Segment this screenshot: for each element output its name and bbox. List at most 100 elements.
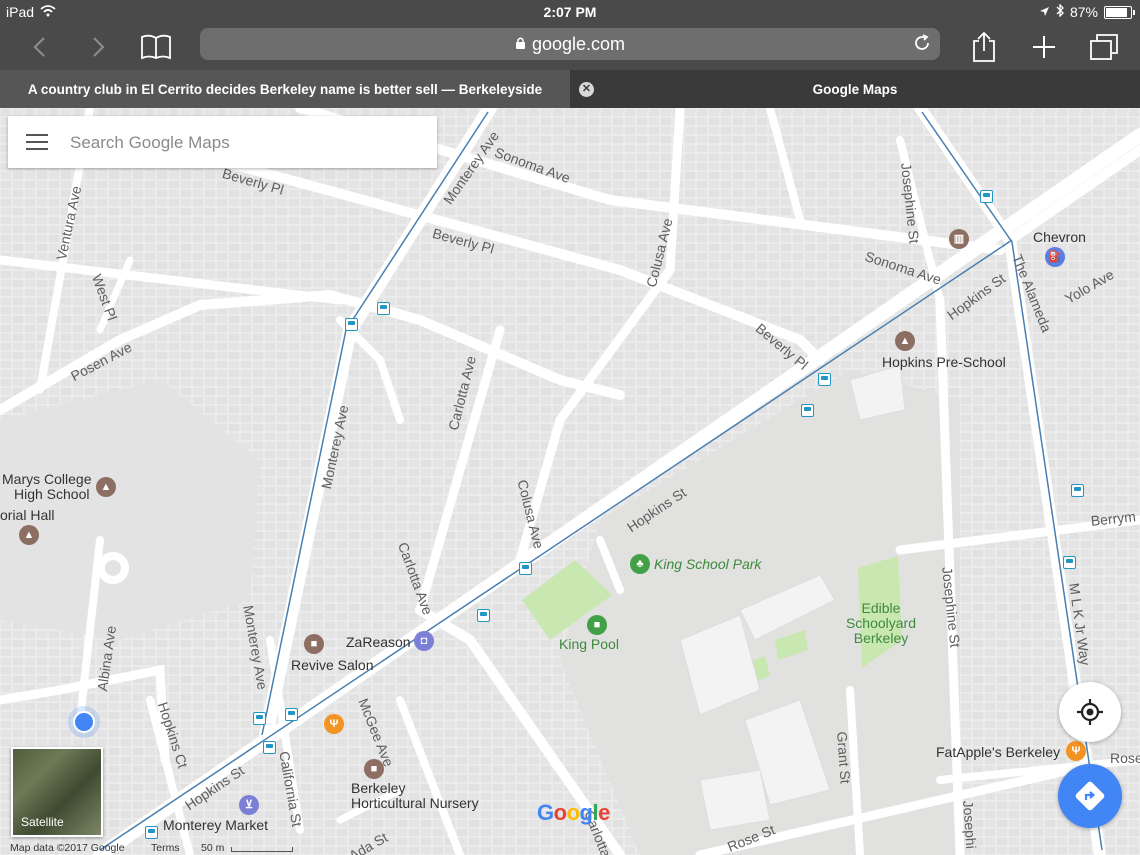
bus-stop-icon[interactable] xyxy=(263,741,276,754)
tabs-overview-button[interactable] xyxy=(1088,30,1120,64)
restaurant-icon[interactable]: Ψ xyxy=(1066,741,1086,761)
place-label-king-pool[interactable]: King Pool xyxy=(559,637,619,652)
place-label-marys-college[interactable]: Marys College xyxy=(2,471,91,487)
bus-stop-icon[interactable] xyxy=(285,708,298,721)
back-button[interactable] xyxy=(28,30,50,64)
street-label: Posen Ave xyxy=(68,338,135,385)
gas-station-icon[interactable]: ⛽ xyxy=(1045,247,1065,267)
satellite-toggle-button[interactable]: Satellite xyxy=(11,747,103,837)
library-icon[interactable]: ▥ xyxy=(949,229,969,249)
battery-icon xyxy=(1104,5,1135,19)
street-label: Monterey Ave xyxy=(440,128,503,208)
chevron-right-icon xyxy=(93,37,105,57)
search-input[interactable] xyxy=(68,116,432,170)
street-label: Carlotta Ave xyxy=(445,354,479,432)
share-icon xyxy=(973,31,995,62)
school-icon[interactable]: ▲ xyxy=(96,477,116,497)
street-label: Monterey Ave xyxy=(318,403,352,491)
map-attribution: Map data ©2017 Google xyxy=(10,842,125,854)
tabs-icon xyxy=(1090,34,1118,60)
address-bar[interactable]: google.com xyxy=(200,28,940,60)
edible-line: Berkeley xyxy=(853,630,909,646)
bus-stop-icon[interactable] xyxy=(145,826,158,839)
url-text: google.com xyxy=(531,33,626,54)
terms-link[interactable]: Terms xyxy=(151,842,180,854)
bus-stop-icon[interactable] xyxy=(345,318,358,331)
hamburger-menu-icon[interactable] xyxy=(26,134,48,150)
scale-bar xyxy=(231,847,293,852)
street-label: McGee Ave xyxy=(355,696,398,769)
directions-button[interactable] xyxy=(1058,764,1122,828)
pool-icon[interactable]: ■ xyxy=(587,615,607,635)
place-label-zareason[interactable]: ZaReason xyxy=(346,634,411,650)
street-label: Colusa Ave xyxy=(643,216,676,289)
store-icon[interactable]: ■ xyxy=(304,634,324,654)
street-label: Sonoma Ave xyxy=(863,248,944,288)
my-location-button[interactable] xyxy=(1059,682,1121,742)
place-label-king-school-park[interactable]: King School Park xyxy=(654,556,761,572)
bus-stop-icon[interactable] xyxy=(1071,484,1084,497)
park-icon[interactable]: ♣ xyxy=(630,554,650,574)
logo-letter: G xyxy=(537,800,554,825)
street-label: Yolo Ave xyxy=(1062,266,1117,307)
google-logo: Google xyxy=(537,800,610,826)
search-box xyxy=(8,116,437,170)
place-label-berkeley-nursery-2[interactable]: Horticultural Nursery xyxy=(351,795,479,811)
bus-stop-icon[interactable] xyxy=(818,373,831,386)
battery-percent: 87% xyxy=(1069,4,1098,20)
tab-title: Google Maps xyxy=(812,81,898,97)
tab-title: A country club in El Cerrito decides Ber… xyxy=(27,81,543,97)
school-icon[interactable]: ▲ xyxy=(895,331,915,351)
bus-stop-icon[interactable] xyxy=(980,190,993,203)
map-canvas[interactable]: Monterey Ave Sonoma Ave Beverly Pl Bever… xyxy=(0,108,1140,855)
street-label: Josephine St xyxy=(898,162,923,245)
street-label: Grant St xyxy=(834,731,854,785)
school-icon[interactable]: ▲ xyxy=(19,525,39,545)
street-label: Beverly Pl xyxy=(430,225,496,257)
place-label-edible-schoolyard[interactable]: Edible Schoolyard Berkeley xyxy=(843,601,919,646)
place-label-revive-salon[interactable]: Revive Salon xyxy=(291,657,374,673)
shopping-cart-icon[interactable]: ⊻ xyxy=(239,795,259,815)
street-label: Josephi xyxy=(960,800,980,850)
bus-stop-icon[interactable] xyxy=(477,609,490,622)
store-icon[interactable]: ■ xyxy=(364,759,384,779)
reload-button[interactable] xyxy=(912,33,932,58)
place-label-monterey-market[interactable]: Monterey Market xyxy=(163,817,268,833)
bluetooth-icon xyxy=(1056,3,1064,20)
book-icon xyxy=(141,34,171,60)
place-label-fatapples[interactable]: FatApple's Berkeley xyxy=(936,744,1060,760)
shopping-bag-icon[interactable]: ◘ xyxy=(414,631,434,651)
place-label-hopkins-preschool[interactable]: Hopkins Pre-School xyxy=(882,354,1006,370)
logo-letter: g xyxy=(579,800,593,825)
tab-google-maps[interactable]: Google Maps xyxy=(570,70,1140,108)
new-tab-button[interactable] xyxy=(1030,30,1058,64)
bus-stop-icon[interactable] xyxy=(377,302,390,315)
street-label: Beverly Pl xyxy=(752,320,812,373)
directions-icon xyxy=(1075,781,1105,811)
street-label: Hopkins St xyxy=(624,484,690,536)
tab-berkeleyside[interactable]: A country club in El Cerrito decides Ber… xyxy=(0,70,570,108)
share-button[interactable] xyxy=(970,30,998,64)
bus-stop-icon[interactable] xyxy=(801,404,814,417)
bus-stop-icon[interactable] xyxy=(519,562,532,575)
bus-stop-icon[interactable] xyxy=(1063,556,1076,569)
street-label: Josephine St xyxy=(939,566,964,649)
map-labels: Monterey Ave Sonoma Ave Beverly Pl Bever… xyxy=(0,108,1140,855)
forward-button[interactable] xyxy=(88,30,110,64)
user-location-icon[interactable] xyxy=(73,711,95,733)
street-label: Ventura Ave xyxy=(53,184,85,262)
reload-icon xyxy=(915,34,929,50)
chevron-left-icon xyxy=(33,37,45,57)
location-arrow-icon xyxy=(1039,4,1050,20)
restaurant-icon[interactable]: Ψ xyxy=(324,714,344,734)
street-label: Berrym xyxy=(1090,508,1137,529)
street-label: Albina Ave xyxy=(94,624,120,693)
bookmarks-button[interactable] xyxy=(138,30,174,64)
battery-level xyxy=(1106,7,1127,17)
bus-stop-icon[interactable] xyxy=(253,712,266,725)
place-label-marys-college-2[interactable]: High School xyxy=(14,486,90,502)
lock-icon xyxy=(515,34,526,55)
place-label-orial-hall[interactable]: orial Hall xyxy=(0,507,54,523)
place-label-berkeley-nursery[interactable]: Berkeley xyxy=(351,780,405,796)
place-label-chevron[interactable]: Chevron xyxy=(1033,229,1086,245)
